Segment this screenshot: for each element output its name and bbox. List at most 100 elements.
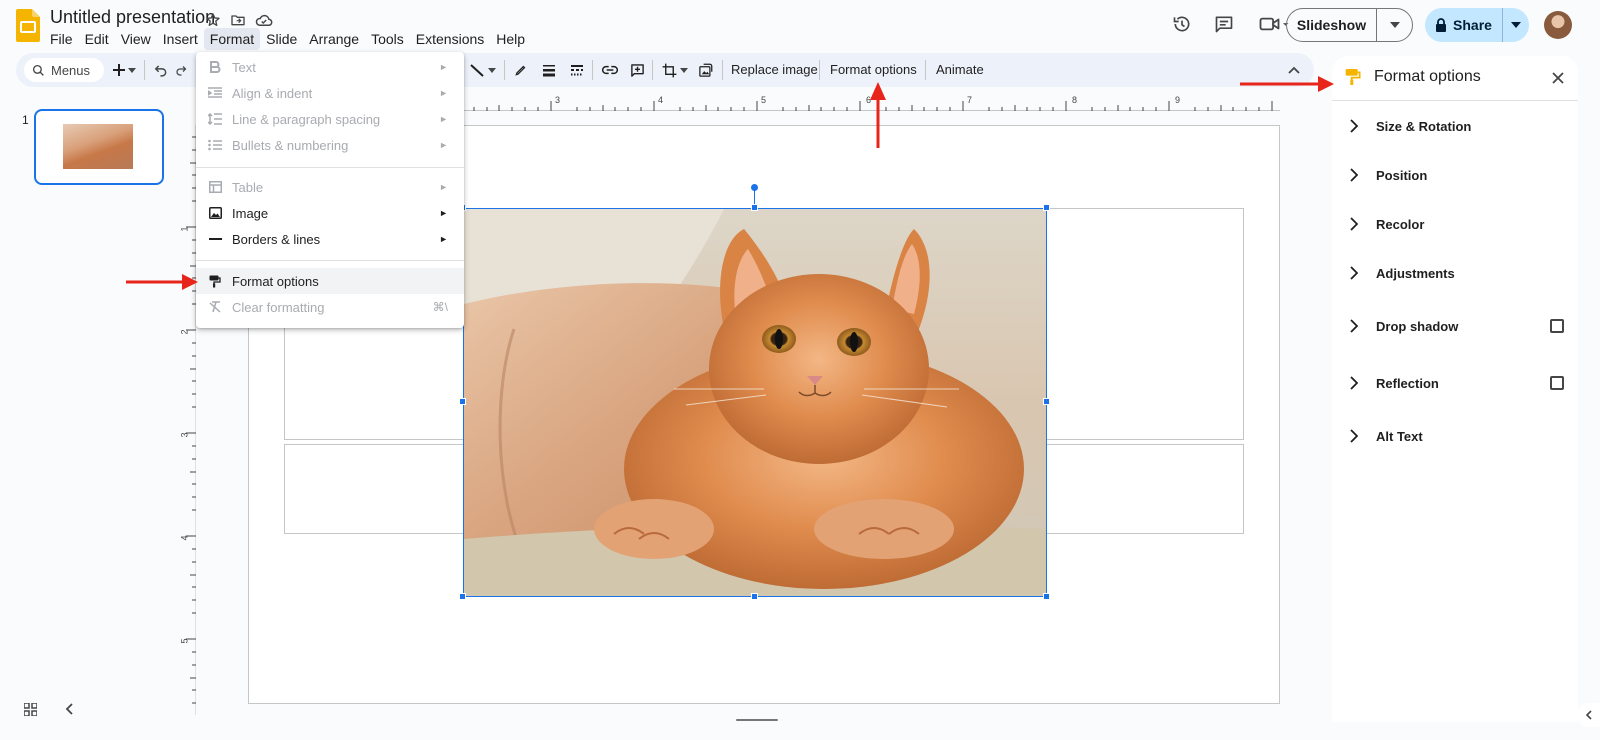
menu-edit[interactable]: Edit bbox=[79, 28, 115, 50]
menu-view[interactable]: View bbox=[115, 28, 157, 50]
format-menu-item-align-indent[interactable]: Align & indent ► bbox=[196, 80, 464, 106]
menu-extensions[interactable]: Extensions bbox=[410, 28, 490, 50]
section-position[interactable]: Position bbox=[1376, 168, 1427, 183]
section-recolor[interactable]: Recolor bbox=[1376, 217, 1424, 232]
star-icon[interactable] bbox=[203, 10, 223, 30]
line-tool-icon[interactable] bbox=[466, 59, 488, 81]
collapse-filmstrip-icon[interactable] bbox=[60, 700, 78, 718]
section-size-rotation[interactable]: Size & Rotation bbox=[1376, 119, 1471, 134]
share-dropdown[interactable] bbox=[1503, 8, 1529, 42]
section-drop-shadow[interactable]: Drop shadow bbox=[1376, 319, 1458, 334]
chevron-right-icon[interactable] bbox=[1346, 216, 1362, 232]
border-color-icon[interactable] bbox=[510, 59, 532, 81]
ruler-label: 3 bbox=[179, 432, 190, 438]
version-history-icon[interactable] bbox=[1170, 12, 1194, 36]
annotation-arrow-icon bbox=[1240, 76, 1334, 92]
submenu-arrow-icon: ► bbox=[439, 88, 448, 98]
cat-image[interactable] bbox=[463, 208, 1047, 597]
format-menu-item-image[interactable]: Image ► bbox=[196, 200, 464, 226]
undo-icon[interactable] bbox=[150, 59, 172, 81]
chevron-down-icon bbox=[1511, 22, 1521, 28]
menu-divider bbox=[196, 167, 464, 168]
replace-image-button[interactable]: Replace image bbox=[731, 61, 818, 81]
cloud-saved-icon[interactable] bbox=[254, 10, 274, 30]
share-button[interactable]: Share bbox=[1425, 8, 1503, 42]
animate-button[interactable]: Animate bbox=[936, 61, 984, 81]
chevron-right-icon[interactable] bbox=[1346, 375, 1362, 391]
document-title[interactable]: Untitled presentation bbox=[50, 7, 215, 28]
panel-title: Format options bbox=[1374, 68, 1481, 85]
menus-search-button[interactable]: Menus bbox=[24, 58, 104, 82]
slide-thumbnail-image bbox=[63, 124, 133, 169]
slideshow-dropdown[interactable] bbox=[1377, 9, 1412, 41]
toolbar-divider bbox=[504, 60, 505, 80]
line-tool-dropdown[interactable] bbox=[486, 59, 498, 81]
chevron-right-icon[interactable] bbox=[1346, 167, 1362, 183]
format-menu-item-text[interactable]: Text ► bbox=[196, 54, 464, 80]
new-slide-layout-dropdown[interactable] bbox=[126, 59, 138, 81]
menu-tools[interactable]: Tools bbox=[365, 28, 410, 50]
ruler-label: 2 bbox=[179, 329, 190, 335]
resize-handle[interactable] bbox=[459, 398, 466, 405]
account-avatar[interactable] bbox=[1544, 11, 1572, 39]
format-menu-item-spacing[interactable]: Line & paragraph spacing ► bbox=[196, 106, 464, 132]
format-menu-item-format-options[interactable]: Format options bbox=[196, 268, 464, 294]
rotation-handle[interactable] bbox=[751, 184, 758, 191]
slideshow-split-button: Slideshow bbox=[1286, 8, 1413, 42]
chevron-right-icon[interactable] bbox=[1346, 428, 1362, 444]
section-alt-text[interactable]: Alt Text bbox=[1376, 429, 1423, 444]
format-menu-item-clear-formatting[interactable]: Clear formatting ⌘\ bbox=[196, 294, 464, 320]
chevron-right-icon[interactable] bbox=[1346, 318, 1362, 334]
spacing-icon bbox=[206, 110, 224, 128]
slides-logo-icon[interactable] bbox=[16, 9, 40, 42]
menu-bar: File Edit View Insert Format Slide Arran… bbox=[44, 28, 531, 52]
crop-dropdown[interactable] bbox=[678, 59, 690, 81]
chevron-right-icon[interactable] bbox=[1346, 265, 1362, 281]
move-folder-icon[interactable] bbox=[228, 10, 248, 30]
resize-handle[interactable] bbox=[751, 593, 758, 600]
vertical-ruler[interactable] bbox=[178, 125, 196, 715]
reset-image-icon[interactable] bbox=[694, 59, 716, 81]
shortcut-label: ⌘\ bbox=[432, 300, 448, 314]
toolbar-divider bbox=[925, 60, 926, 80]
menu-item-label: Text bbox=[232, 59, 256, 75]
ruler-label: 4 bbox=[658, 95, 664, 105]
resize-handle[interactable] bbox=[1043, 204, 1050, 211]
drop-shadow-checkbox[interactable] bbox=[1550, 319, 1564, 333]
menu-arrange[interactable]: Arrange bbox=[303, 28, 365, 50]
border-dash-icon[interactable] bbox=[566, 59, 588, 81]
grid-view-icon[interactable] bbox=[21, 700, 39, 718]
menu-help[interactable]: Help bbox=[490, 28, 531, 50]
section-reflection[interactable]: Reflection bbox=[1376, 376, 1439, 391]
submenu-arrow-icon: ► bbox=[439, 182, 448, 192]
resize-handle[interactable] bbox=[1043, 593, 1050, 600]
toolbar-divider bbox=[722, 60, 723, 80]
menu-insert[interactable]: Insert bbox=[157, 28, 204, 50]
close-panel-icon[interactable] bbox=[1548, 68, 1568, 88]
side-panel-toggle-icon[interactable] bbox=[1577, 703, 1600, 727]
clear-format-icon bbox=[206, 298, 224, 316]
resize-handle[interactable] bbox=[459, 593, 466, 600]
border-weight-icon[interactable] bbox=[538, 59, 560, 81]
reflection-checkbox[interactable] bbox=[1550, 376, 1564, 390]
format-menu-item-borders-lines[interactable]: Borders & lines ► bbox=[196, 226, 464, 252]
menu-file[interactable]: File bbox=[44, 28, 79, 50]
slideshow-button[interactable]: Slideshow bbox=[1287, 9, 1377, 41]
insert-link-icon[interactable] bbox=[599, 59, 621, 81]
crop-icon[interactable] bbox=[658, 59, 680, 81]
format-menu-item-bullets[interactable]: Bullets & numbering ► bbox=[196, 132, 464, 158]
chevron-right-icon[interactable] bbox=[1346, 118, 1362, 134]
toolbar-divider bbox=[144, 60, 145, 80]
resize-handle[interactable] bbox=[1043, 398, 1050, 405]
comments-icon[interactable] bbox=[1212, 12, 1236, 36]
redo-icon[interactable] bbox=[175, 59, 187, 81]
menu-format[interactable]: Format bbox=[203, 28, 261, 50]
add-comment-icon[interactable] bbox=[626, 59, 648, 81]
share-label: Share bbox=[1453, 17, 1492, 33]
menu-slide[interactable]: Slide bbox=[260, 28, 303, 50]
format-menu-item-table[interactable]: Table ► bbox=[196, 174, 464, 200]
speaker-notes-handle[interactable] bbox=[736, 719, 778, 721]
format-options-button[interactable]: Format options bbox=[830, 61, 917, 81]
section-adjustments[interactable]: Adjustments bbox=[1376, 266, 1455, 281]
resize-handle[interactable] bbox=[751, 204, 758, 211]
